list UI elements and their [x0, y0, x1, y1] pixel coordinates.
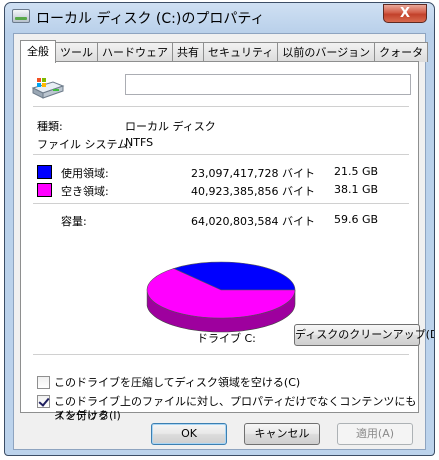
used-space-swatch: [37, 165, 52, 179]
used-space-label: 使用領域:: [61, 167, 109, 180]
tab-hardware[interactable]: ハードウェア: [97, 42, 173, 62]
cancel-button[interactable]: キャンセル: [244, 423, 320, 445]
free-space-label: 空き領域:: [61, 185, 109, 198]
window-title: ローカル ディスク (C:)のプロパティ: [36, 11, 265, 27]
tab-security[interactable]: セキュリティ: [203, 42, 279, 62]
tab-tools[interactable]: ツール: [55, 42, 98, 62]
close-button[interactable]: X: [383, 4, 427, 23]
divider: [33, 154, 409, 155]
divider: [33, 203, 409, 204]
used-space-size: 21.5 GB: [334, 165, 379, 178]
divider: [33, 354, 409, 355]
dialog-client: 全般 ツール ハードウェア 共有 セキュリティ 以前のバージョン クォータ 種類…: [13, 33, 434, 450]
general-panel: 種類: ローカル ディスク ファイル システム: NTFS 使用領域: 23,0…: [20, 61, 434, 422]
divider: [33, 106, 409, 107]
capacity-bytes: 64,020,803,584 バイト: [191, 215, 315, 228]
compress-drive-checkbox[interactable]: [37, 376, 50, 389]
free-space-bytes: 40,923,385,856 バイト: [191, 185, 315, 198]
free-space-swatch: [37, 183, 52, 197]
filesystem-value: NTFS: [125, 136, 154, 149]
volume-name-input[interactable]: [125, 74, 411, 95]
hard-drive-icon: [31, 78, 65, 99]
drive-title-icon: [12, 9, 30, 23]
apply-button[interactable]: 適用(A): [337, 423, 413, 445]
used-space-bytes: 23,097,417,728 バイト: [191, 167, 315, 180]
ok-button[interactable]: OK: [151, 423, 227, 445]
tab-strip: 全般 ツール ハードウェア 共有 セキュリティ 以前のバージョン クォータ: [20, 40, 429, 63]
tab-quota[interactable]: クォータ: [374, 42, 429, 62]
disk-cleanup-button[interactable]: ディスクのクリーンアップ(D): [294, 324, 434, 346]
title-bar[interactable]: ローカル ディスク (C:)のプロパティ X: [5, 3, 434, 31]
index-contents-checkbox[interactable]: [37, 395, 50, 408]
index-contents-label-line2[interactable]: スを付ける(I): [54, 409, 121, 423]
drive-label: ドライブ C:: [197, 332, 256, 345]
properties-window: ローカル ディスク (C:)のプロパティ X 全般 ツール ハードウェア 共有 …: [4, 2, 435, 456]
capacity-size: 59.6 GB: [334, 213, 379, 226]
tab-previous-versions[interactable]: 以前のバージョン: [277, 42, 376, 62]
disk-usage-pie-chart: [146, 261, 296, 333]
type-label: 種類:: [37, 120, 63, 133]
free-space-size: 38.1 GB: [334, 183, 379, 196]
compress-drive-label[interactable]: このドライブを圧縮してディスク領域を空ける(C): [54, 376, 300, 390]
tab-sharing[interactable]: 共有: [172, 42, 204, 62]
tab-general[interactable]: 全般: [20, 40, 56, 63]
type-value: ローカル ディスク: [125, 120, 216, 133]
filesystem-label: ファイル システム:: [37, 138, 132, 151]
capacity-label: 容量:: [61, 215, 87, 228]
